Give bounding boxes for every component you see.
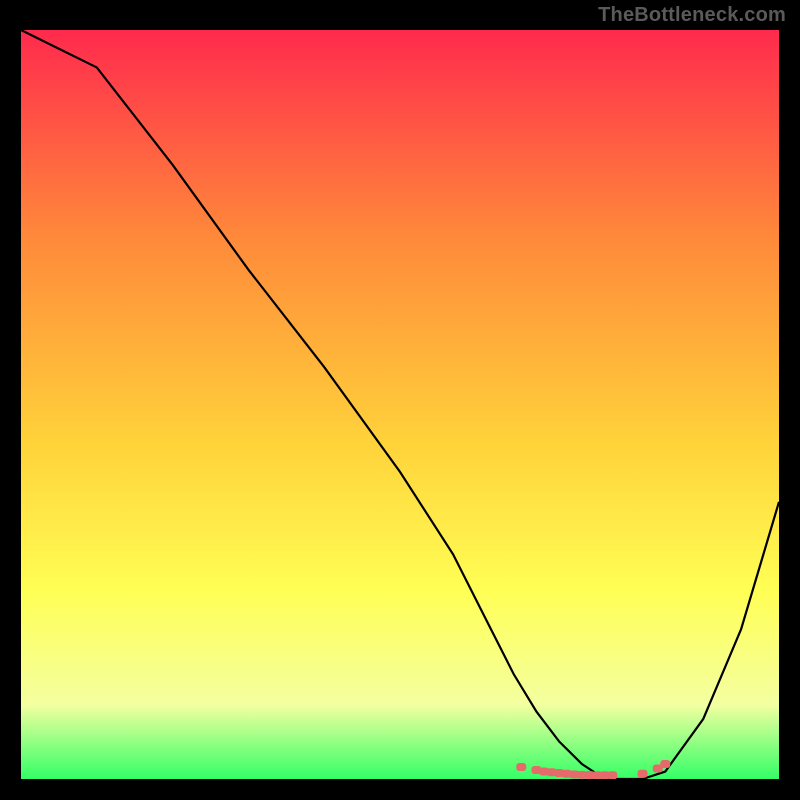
chart-stage: TheBottleneck.com (0, 0, 800, 800)
plot-area (21, 30, 779, 779)
plateau-marker (660, 760, 670, 768)
gradient-background (21, 30, 779, 779)
plateau-marker (516, 763, 526, 771)
plateau-marker (607, 771, 617, 779)
watermark-text: TheBottleneck.com (598, 4, 786, 27)
plot-svg (21, 30, 779, 779)
plateau-marker (638, 770, 648, 778)
